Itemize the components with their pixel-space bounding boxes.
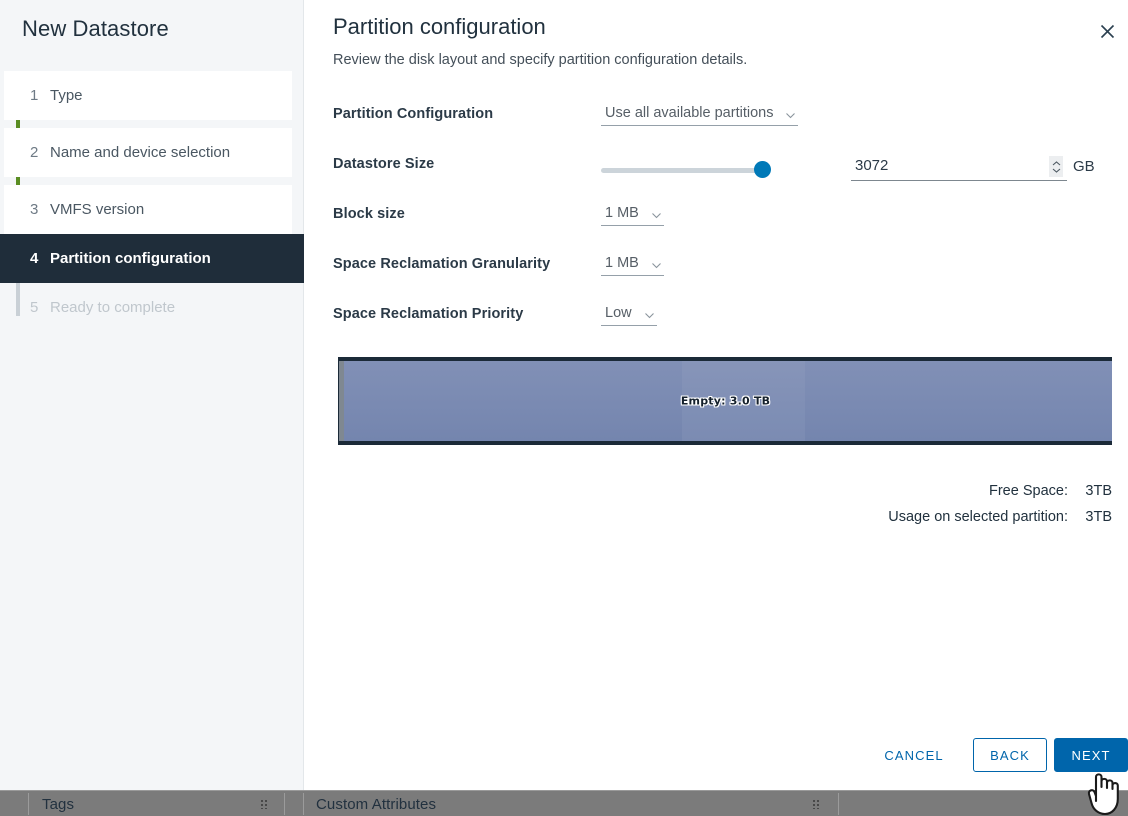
- partition-segment-label: Empty: 3.0 TB: [339, 395, 1112, 408]
- wizard-step-type[interactable]: 1 Type: [4, 71, 292, 120]
- disk-usage-summary: Free Space: 3TB Usage on selected partit…: [888, 478, 1112, 530]
- cancel-button[interactable]: CANCEL: [868, 738, 960, 772]
- wizard-step-label: Ready to complete: [50, 299, 175, 316]
- app-root: Tags Custom Attributes New Datastore 1 T…: [0, 0, 1128, 816]
- page-title: Partition configuration: [333, 14, 546, 40]
- space-reclamation-granularity-select[interactable]: 1 MB: [601, 252, 664, 276]
- wizard-step-label: VMFS version: [50, 201, 144, 218]
- form-row-space-reclamation-granularity: Space Reclamation Granularity 1 MB: [333, 246, 1110, 296]
- chevron-down-icon: [651, 259, 662, 270]
- space-reclamation-priority-select[interactable]: Low: [601, 302, 657, 326]
- field-label-partition-configuration: Partition Configuration: [333, 106, 493, 122]
- summary-row: Free Space: 3TB: [888, 478, 1112, 504]
- datastore-size-slider[interactable]: [601, 162, 771, 180]
- wizard-step-label: Type: [50, 87, 83, 104]
- panel-title-custom-attributes: Custom Attributes: [316, 796, 436, 813]
- field-label-block-size: Block size: [333, 206, 405, 222]
- wizard-step-label: Partition configuration: [50, 250, 211, 267]
- panel-header-custom-attributes[interactable]: Custom Attributes: [304, 791, 836, 816]
- chevron-down-icon: [644, 309, 655, 320]
- spinner-updown-icon[interactable]: [1049, 156, 1063, 177]
- wizard-step-label: Name and device selection: [50, 144, 230, 161]
- chevron-down-icon: [785, 109, 796, 120]
- datastore-size-input[interactable]: [851, 155, 1035, 176]
- background-bottom-panels: Tags Custom Attributes: [0, 790, 1128, 816]
- wizard-footer: CANCEL BACK NEXT: [305, 728, 1128, 790]
- block-size-select[interactable]: 1 MB: [601, 202, 664, 226]
- next-button[interactable]: NEXT: [1054, 738, 1128, 772]
- chevron-down-icon: [651, 209, 662, 220]
- space-reclamation-priority-value: Low: [605, 305, 642, 321]
- summary-key: Usage on selected partition:: [888, 509, 1068, 525]
- panel-header-tags[interactable]: Tags: [12, 791, 322, 816]
- drag-handle-icon[interactable]: [260, 799, 269, 809]
- block-size-value: 1 MB: [605, 205, 649, 221]
- field-label-space-reclamation-granularity: Space Reclamation Granularity: [333, 256, 550, 272]
- form-row-partition-configuration: Partition Configuration Use all availabl…: [333, 96, 1110, 146]
- wizard-step-number: 2: [30, 144, 50, 161]
- drag-handle-icon[interactable]: [812, 799, 821, 809]
- summary-key: Free Space:: [989, 483, 1068, 499]
- slider-track: [601, 168, 766, 173]
- wizard-step-vmfs-version[interactable]: 3 VMFS version: [4, 185, 292, 234]
- partition-layout-bar[interactable]: Empty: 3.0 TB: [338, 357, 1112, 445]
- wizard-step-number: 3: [30, 201, 50, 218]
- summary-value: 3TB: [1068, 509, 1112, 525]
- datastore-size-input-wrapper: [851, 155, 1067, 181]
- back-button[interactable]: BACK: [973, 738, 1047, 772]
- slider-thumb[interactable]: [754, 161, 771, 178]
- wizard-step-gap: [0, 177, 303, 185]
- space-reclamation-granularity-value: 1 MB: [605, 255, 649, 271]
- partition-configuration-form: Partition Configuration Use all availabl…: [333, 96, 1110, 346]
- panel-title-tags: Tags: [42, 796, 74, 813]
- wizard-step-number: 5: [30, 299, 50, 316]
- form-row-datastore-size: Datastore Size GB: [333, 146, 1110, 196]
- partition-configuration-select[interactable]: Use all available partitions: [601, 102, 798, 126]
- page-subtitle: Review the disk layout and specify parti…: [333, 52, 747, 68]
- datastore-size-unit: GB: [1073, 158, 1095, 175]
- form-row-space-reclamation-priority: Space Reclamation Priority Low: [333, 296, 1110, 346]
- close-icon[interactable]: [1095, 19, 1119, 43]
- wizard-step-name-and-device-selection[interactable]: 2 Name and device selection: [4, 128, 292, 177]
- wizard-step-gap: [0, 120, 303, 128]
- new-datastore-wizard-modal: New Datastore 1 Type 2 Name and device s…: [0, 0, 1128, 790]
- wizard-step-ready-to-complete: 5 Ready to complete: [4, 283, 292, 332]
- summary-value: 3TB: [1068, 483, 1112, 499]
- panel-separator: [284, 793, 285, 815]
- wizard-step-number: 4: [30, 250, 50, 267]
- wizard-step-rail: New Datastore 1 Type 2 Name and device s…: [0, 0, 304, 790]
- wizard-title: New Datastore: [22, 16, 169, 42]
- panel-separator: [838, 793, 839, 815]
- field-label-datastore-size: Datastore Size: [333, 156, 434, 172]
- partition-configuration-value: Use all available partitions: [605, 105, 783, 121]
- summary-row: Usage on selected partition: 3TB: [888, 504, 1112, 530]
- wizard-step-number: 1: [30, 87, 50, 104]
- field-label-space-reclamation-priority: Space Reclamation Priority: [333, 306, 523, 322]
- form-row-block-size: Block size 1 MB: [333, 196, 1110, 246]
- wizard-step-partition-configuration[interactable]: 4 Partition configuration: [0, 234, 304, 283]
